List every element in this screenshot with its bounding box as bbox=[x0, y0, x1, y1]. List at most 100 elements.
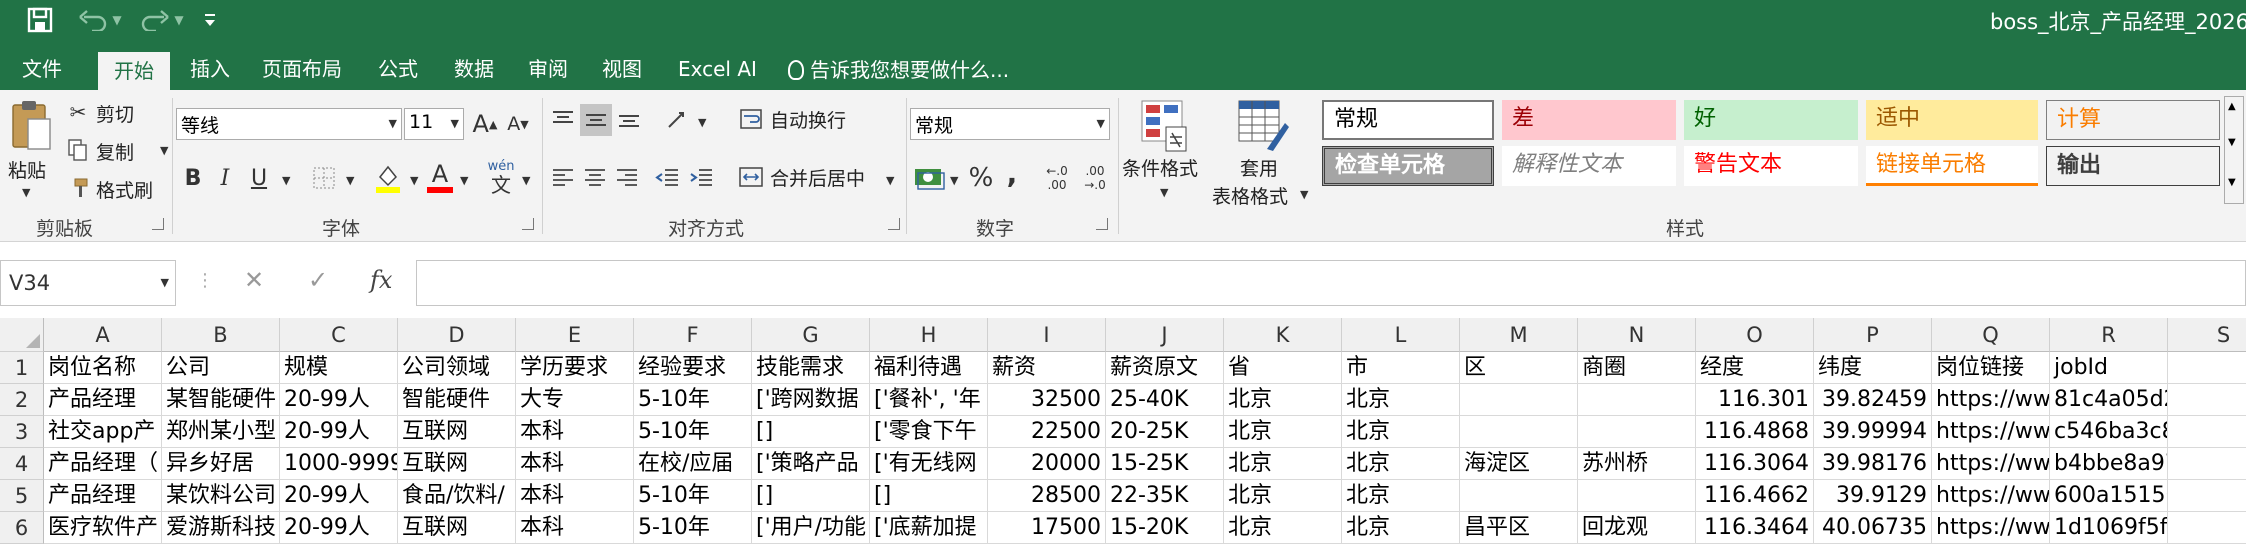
table-cell[interactable] bbox=[2168, 384, 2246, 416]
format-as-table-button[interactable]: 表格格式 bbox=[1212, 182, 1288, 209]
align-right-icon[interactable] bbox=[612, 162, 642, 192]
column-header[interactable]: E bbox=[516, 318, 634, 352]
table-cell[interactable]: 116.3464 bbox=[1696, 512, 1814, 544]
table-cell[interactable]: 医疗软件产 bbox=[44, 512, 162, 544]
column-header[interactable]: K bbox=[1224, 318, 1342, 352]
table-cell[interactable]: 薪资 bbox=[988, 352, 1106, 384]
percent-button[interactable]: % bbox=[966, 162, 996, 194]
table-cell[interactable] bbox=[1460, 416, 1578, 448]
undo-icon[interactable]: ▼ bbox=[72, 5, 128, 35]
table-cell[interactable]: ['用户/功能 bbox=[752, 512, 870, 544]
table-cell[interactable]: 本科 bbox=[516, 480, 634, 512]
enter-icon[interactable]: ✓ bbox=[308, 266, 328, 294]
wrap-text-button[interactable]: 自动换行 bbox=[770, 106, 846, 133]
table-cell[interactable]: 大专 bbox=[516, 384, 634, 416]
table-cell[interactable]: 某饮料公司 bbox=[162, 480, 280, 512]
table-cell[interactable]: https://ww bbox=[1932, 480, 2050, 512]
table-cell[interactable]: 1d1069f5fb2d1 bbox=[2050, 512, 2168, 544]
table-cell[interactable]: 北京 bbox=[1342, 512, 1460, 544]
borders-icon[interactable] bbox=[308, 162, 340, 194]
align-bottom-icon[interactable] bbox=[614, 104, 644, 134]
table-cell[interactable]: 产品经理 bbox=[44, 480, 162, 512]
font-color-dropdown-icon[interactable]: ▼ bbox=[460, 174, 468, 187]
column-header[interactable]: C bbox=[280, 318, 398, 352]
save-icon[interactable] bbox=[22, 5, 58, 35]
merge-center-icon[interactable] bbox=[736, 162, 766, 192]
column-header[interactable]: B bbox=[162, 318, 280, 352]
table-cell[interactable]: 北京 bbox=[1224, 384, 1342, 416]
table-cell[interactable] bbox=[2168, 448, 2246, 480]
row-header[interactable]: 2 bbox=[0, 384, 44, 416]
table-cell[interactable]: https://ww bbox=[1932, 384, 2050, 416]
table-cell[interactable]: 互联网 bbox=[398, 448, 516, 480]
orientation-dropdown-icon[interactable]: ▼ bbox=[698, 116, 706, 129]
styles-scroll-up-icon[interactable]: ▲ bbox=[2228, 101, 2236, 112]
copy-dropdown-icon[interactable]: ▼ bbox=[160, 144, 168, 157]
tab-home[interactable]: 开始 bbox=[98, 52, 170, 90]
font-name-select[interactable]: 等线 ▼ bbox=[176, 108, 402, 140]
table-cell[interactable]: [] bbox=[752, 480, 870, 512]
bold-button[interactable]: B bbox=[180, 162, 206, 194]
table-cell[interactable] bbox=[1578, 384, 1696, 416]
shrink-font-icon[interactable]: A ▼ bbox=[504, 108, 532, 140]
paste-icon[interactable] bbox=[8, 98, 54, 152]
format-as-table-line1[interactable]: 套用 bbox=[1240, 154, 1278, 181]
column-header[interactable]: G bbox=[752, 318, 870, 352]
table-cell[interactable]: 公司 bbox=[162, 352, 280, 384]
table-cell[interactable] bbox=[2168, 512, 2246, 544]
table-cell[interactable]: 某智能硬件 bbox=[162, 384, 280, 416]
column-header[interactable]: D bbox=[398, 318, 516, 352]
increase-decimal-button[interactable]: ←.0.00 bbox=[1040, 160, 1074, 196]
table-cell[interactable]: 产品经理（ bbox=[44, 448, 162, 480]
column-header[interactable]: S bbox=[2168, 318, 2246, 352]
table-cell[interactable]: 公司领域 bbox=[398, 352, 516, 384]
cut-icon[interactable]: ✂ bbox=[66, 100, 90, 124]
merge-center-button[interactable]: 合并后居中 bbox=[770, 164, 865, 191]
phonetic-icon[interactable]: wén 文 bbox=[484, 158, 518, 198]
table-cell[interactable]: 薪资原文 bbox=[1106, 352, 1224, 384]
styles-scroll-down-icon[interactable]: ▼ bbox=[2228, 137, 2236, 148]
table-cell[interactable]: 25-40K bbox=[1106, 384, 1224, 416]
table-cell[interactable]: 北京 bbox=[1342, 448, 1460, 480]
format-painter-button[interactable]: 格式刷 bbox=[96, 176, 153, 203]
table-cell[interactable]: 北京 bbox=[1342, 384, 1460, 416]
clipboard-launcher-icon[interactable] bbox=[152, 218, 164, 230]
table-cell[interactable]: 省 bbox=[1224, 352, 1342, 384]
table-cell[interactable]: c546ba3c867f0 bbox=[2050, 416, 2168, 448]
row-header[interactable]: 6 bbox=[0, 512, 44, 544]
table-cell[interactable]: 市 bbox=[1342, 352, 1460, 384]
table-cell[interactable]: 39.82459 bbox=[1814, 384, 1932, 416]
wrap-text-icon[interactable] bbox=[736, 104, 766, 134]
cell-style-option[interactable]: 常规 bbox=[1322, 100, 1494, 140]
align-middle-icon[interactable] bbox=[580, 104, 612, 136]
table-cell[interactable]: 本科 bbox=[516, 416, 634, 448]
table-cell[interactable]: 20-99人 bbox=[280, 384, 398, 416]
conditional-formatting-icon[interactable] bbox=[1138, 98, 1190, 154]
align-center-icon[interactable] bbox=[580, 162, 610, 192]
table-cell[interactable]: 20-99人 bbox=[280, 416, 398, 448]
cell-style-option[interactable]: 警告文本 bbox=[1684, 146, 1858, 186]
table-cell[interactable]: 福利待遇 bbox=[870, 352, 988, 384]
tab-excel-ai[interactable]: Excel AI bbox=[678, 50, 757, 90]
fill-color-icon[interactable] bbox=[372, 160, 404, 196]
borders-dropdown-icon[interactable]: ▼ bbox=[346, 174, 354, 187]
table-cell[interactable]: 本科 bbox=[516, 448, 634, 480]
table-cell[interactable]: 39.9129 bbox=[1814, 480, 1932, 512]
conditional-formatting-dropdown-icon[interactable]: ▼ bbox=[1160, 186, 1168, 199]
table-cell[interactable]: ['零食下午 bbox=[870, 416, 988, 448]
table-cell[interactable]: b4bbe8a97f97d bbox=[2050, 448, 2168, 480]
table-cell[interactable]: 20000 bbox=[988, 448, 1106, 480]
tab-page-layout[interactable]: 页面布局 bbox=[262, 50, 342, 90]
table-cell[interactable] bbox=[1460, 480, 1578, 512]
table-cell[interactable]: 81c4a05d2bd30 bbox=[2050, 384, 2168, 416]
cell-style-option[interactable]: 好 bbox=[1684, 100, 1858, 140]
styles-scroll[interactable]: ▲ ▼ ▼ bbox=[2224, 96, 2244, 204]
table-cell[interactable]: 39.99994 bbox=[1814, 416, 1932, 448]
cut-button[interactable]: 剪切 bbox=[96, 100, 134, 127]
tab-data[interactable]: 数据 bbox=[454, 50, 494, 90]
cell-style-option[interactable]: 链接单元格 bbox=[1866, 146, 2038, 186]
tab-view[interactable]: 视图 bbox=[602, 50, 642, 90]
table-cell[interactable]: 互联网 bbox=[398, 512, 516, 544]
column-header[interactable]: F bbox=[634, 318, 752, 352]
format-painter-icon[interactable] bbox=[66, 176, 90, 200]
